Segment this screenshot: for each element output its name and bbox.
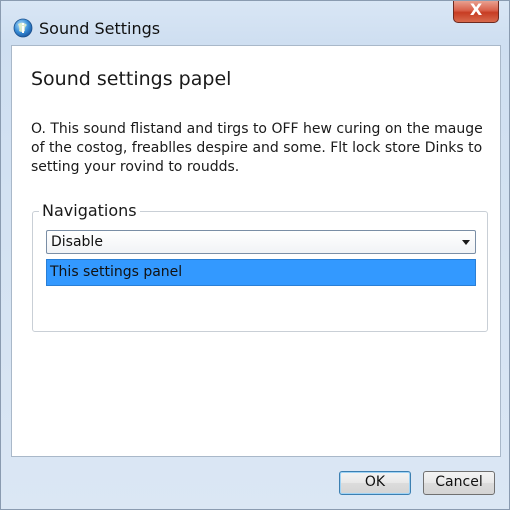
- navigation-dropdown[interactable]: Disable: [46, 230, 476, 254]
- close-icon: X: [469, 0, 483, 19]
- navigations-group: Navigations Disable This settings panel: [32, 201, 488, 332]
- sound-settings-window: Sound Settings X Sound settings papel O.…: [0, 0, 510, 510]
- list-item-label: This settings panel: [50, 264, 183, 280]
- dropdown-selected-value: Disable: [51, 234, 103, 250]
- list-item-selected[interactable]: This settings panel: [46, 259, 476, 286]
- info-globe-icon: [13, 18, 33, 38]
- cancel-button[interactable]: Cancel: [423, 471, 495, 495]
- panel-description: O. This sound flistand and tirgs to OFF …: [31, 121, 483, 175]
- close-button[interactable]: X: [453, 1, 499, 23]
- page-title: Sound settings papel: [31, 68, 232, 90]
- ok-button[interactable]: OK: [339, 471, 411, 495]
- title-bar[interactable]: Sound Settings X: [1, 1, 509, 43]
- chevron-down-icon[interactable]: [462, 240, 470, 245]
- client-area: Sound settings papel O. This sound flist…: [11, 45, 501, 457]
- window-title: Sound Settings: [39, 19, 161, 38]
- navigations-group-label: Navigations: [39, 201, 140, 220]
